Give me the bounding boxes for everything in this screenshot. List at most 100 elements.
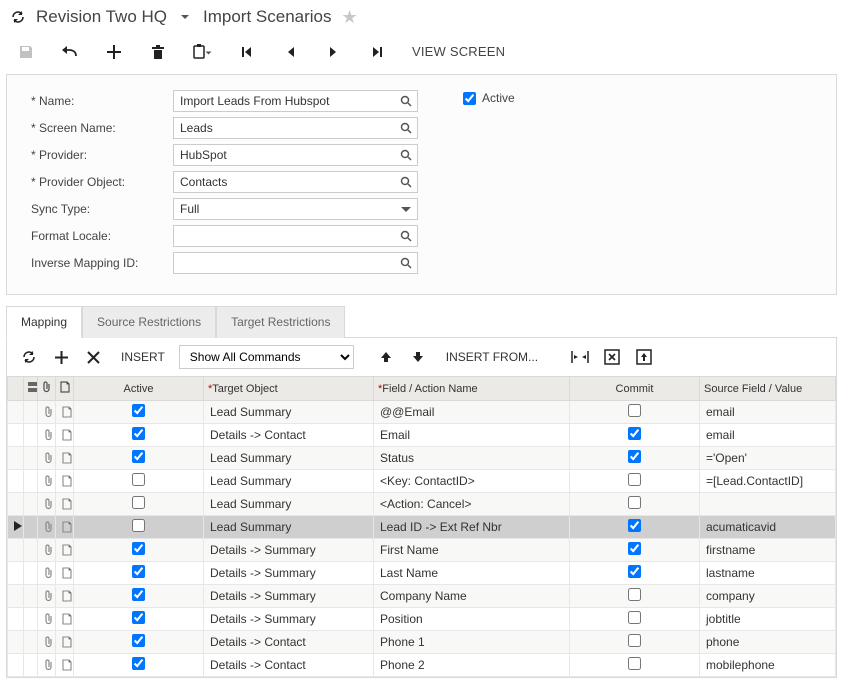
first-record-button[interactable] [224,37,268,67]
cell-commit[interactable] [570,493,700,516]
add-button[interactable] [92,37,136,67]
cell-target-object[interactable]: Details -> Contact [204,654,374,677]
cell-commit[interactable] [570,539,700,562]
table-row[interactable]: Details -> SummaryLast Name lastname [8,562,836,585]
screen-name-input[interactable] [173,117,418,139]
table-row[interactable]: Details -> SummaryFirst Namefirstname [8,539,836,562]
view-screen-button[interactable]: VIEW SCREEN [400,44,517,59]
col-target-object[interactable]: *Target Object [204,377,374,401]
note-icon[interactable] [56,424,74,447]
row-handle[interactable] [24,424,38,447]
commit-checkbox[interactable] [628,473,641,486]
note-icon[interactable] [56,470,74,493]
cell-field[interactable]: Phone 1 [374,631,570,654]
note-icon[interactable] [56,562,74,585]
col-field[interactable]: *Field / Action Name [374,377,570,401]
attachment-icon[interactable] [38,401,56,424]
row-handle[interactable] [24,654,38,677]
cell-commit[interactable] [570,631,700,654]
note-icon[interactable] [56,401,74,424]
cell-commit[interactable] [570,585,700,608]
fit-columns-button[interactable] [566,344,594,370]
commit-checkbox[interactable] [628,542,641,555]
attachment-icon[interactable] [38,585,56,608]
cell-target-object[interactable]: Details -> Summary [204,562,374,585]
tab-target-restrictions[interactable]: Target Restrictions [216,306,345,338]
cell-field[interactable]: Company Name [374,585,570,608]
col-attachment[interactable] [38,377,56,401]
table-row[interactable]: Details -> ContactEmailemail [8,424,836,447]
format-locale-input[interactable] [173,225,418,247]
cell-field[interactable]: <Key: ContactID> [374,470,570,493]
attachment-icon[interactable] [38,470,56,493]
active-checkbox[interactable] [132,657,145,670]
commit-checkbox[interactable] [628,634,641,647]
table-row[interactable]: Details -> SummaryPositionjobtitle [8,608,836,631]
cell-commit[interactable] [570,562,700,585]
row-handle[interactable] [24,562,38,585]
cell-active[interactable] [74,516,204,539]
cell-source[interactable]: company [700,585,836,608]
cell-active[interactable] [74,608,204,631]
table-row[interactable]: Details -> ContactPhone 2 mobilephone [8,654,836,677]
cell-target-object[interactable]: Details -> Summary [204,539,374,562]
active-checkbox[interactable] [463,92,476,105]
cell-field[interactable]: First Name [374,539,570,562]
upload-button[interactable] [630,344,658,370]
row-handle[interactable] [24,447,38,470]
move-up-button[interactable] [372,344,400,370]
row-handle[interactable] [24,470,38,493]
cell-source[interactable]: email [700,424,836,447]
attachment-icon[interactable] [38,539,56,562]
cell-target-object[interactable]: Details -> Summary [204,585,374,608]
cell-commit[interactable] [570,424,700,447]
move-down-button[interactable] [404,344,432,370]
commit-checkbox[interactable] [628,657,641,670]
next-record-button[interactable] [312,37,356,67]
cell-source[interactable]: mobilephone [700,654,836,677]
cell-field[interactable]: Last Name [374,562,570,585]
cell-target-object[interactable]: Lead Summary [204,401,374,424]
note-icon[interactable] [56,608,74,631]
cell-active[interactable] [74,493,204,516]
attachment-icon[interactable] [38,424,56,447]
col-handle[interactable] [24,377,38,401]
cell-active[interactable] [74,447,204,470]
grid-insert-button[interactable]: INSERT [111,350,175,364]
cell-commit[interactable] [570,470,700,493]
active-checkbox[interactable] [132,496,145,509]
col-note[interactable] [56,377,74,401]
grid-add-button[interactable] [47,344,75,370]
cell-field[interactable]: Position [374,608,570,631]
cell-active[interactable] [74,539,204,562]
tab-source-restrictions[interactable]: Source Restrictions [82,306,216,338]
table-row[interactable]: Details -> SummaryCompany Name company [8,585,836,608]
note-icon[interactable] [56,493,74,516]
active-checkbox[interactable] [132,588,145,601]
table-row[interactable]: Details -> ContactPhone 1phone [8,631,836,654]
cell-field[interactable]: Lead ID -> Ext Ref Nbr [374,516,570,539]
grid-delete-button[interactable] [79,344,107,370]
cell-field[interactable]: Phone 2 [374,654,570,677]
delete-button[interactable] [136,37,180,67]
table-row[interactable]: Lead Summary@@Emailemail [8,401,836,424]
row-handle[interactable] [24,631,38,654]
active-checkbox[interactable] [132,404,145,417]
table-row[interactable]: Lead Summary<Action: Cancel> [8,493,836,516]
note-icon[interactable] [56,447,74,470]
provider-input[interactable] [173,144,418,166]
company-name[interactable]: Revision Two HQ [36,7,167,27]
cell-target-object[interactable]: Lead Summary [204,470,374,493]
cell-active[interactable] [74,654,204,677]
row-handle[interactable] [24,539,38,562]
cell-source[interactable]: lastname [700,562,836,585]
insert-from-button[interactable]: INSERT FROM... [436,350,548,364]
cell-source[interactable] [700,493,836,516]
cell-field[interactable]: Email [374,424,570,447]
attachment-icon[interactable] [38,562,56,585]
note-icon[interactable] [56,516,74,539]
active-checkbox[interactable] [132,450,145,463]
cell-commit[interactable] [570,608,700,631]
last-record-button[interactable] [356,37,400,67]
active-checkbox[interactable] [132,427,145,440]
